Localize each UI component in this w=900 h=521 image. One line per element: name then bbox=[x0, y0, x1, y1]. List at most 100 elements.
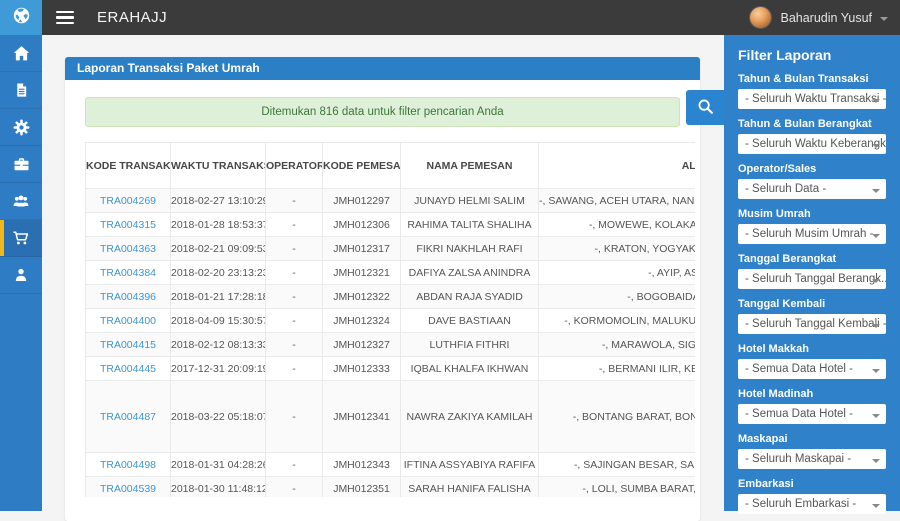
sidebar-item-documents[interactable] bbox=[0, 72, 42, 109]
chevron-down-icon bbox=[872, 459, 880, 463]
cell-waktu-transaksi: 2018-02-12 08:13:33 bbox=[171, 333, 266, 357]
transaction-link[interactable]: TRA004269 bbox=[100, 195, 156, 207]
cell-kode-pemesan: JMH012317 bbox=[323, 237, 401, 261]
chevron-down-icon bbox=[872, 414, 880, 418]
cell-operator: - bbox=[266, 453, 323, 477]
cell-waktu-transaksi: 2018-01-30 11:48:12 bbox=[171, 477, 266, 498]
main-sidebar bbox=[0, 35, 42, 511]
table-row: TRA004384 2018-02-20 23:13:23 - JMH01232… bbox=[86, 261, 696, 285]
filter-select[interactable]: - Seluruh Embarkasi - bbox=[738, 494, 886, 514]
filter-label: Operator/Sales bbox=[738, 163, 886, 175]
cell-alamat: -, LOLI, SUMBA BARAT, NUSA TENGGARA TIMU… bbox=[539, 477, 696, 498]
cell-operator: - bbox=[266, 213, 323, 237]
cell-kode-transaksi: TRA004539 bbox=[86, 477, 171, 498]
content-area: Laporan Transaksi Paket Umrah Ditemukan … bbox=[42, 35, 724, 511]
sidebar-item-packages[interactable] bbox=[0, 146, 42, 183]
filter-select[interactable]: - Semua Data Hotel - bbox=[738, 359, 886, 379]
cell-alamat: -, MOWEWE, KOLAKA, SULAWESI TENGGARA bbox=[539, 213, 696, 237]
cell-kode-transaksi: TRA004498 bbox=[86, 453, 171, 477]
cell-kode-transaksi: TRA004363 bbox=[86, 237, 171, 261]
sidebar-item-home[interactable] bbox=[0, 35, 42, 72]
filter-group: Tanggal Kembali - Seluruh Tanggal Kembal… bbox=[738, 298, 886, 334]
sidebar-toggle-button[interactable] bbox=[42, 0, 88, 35]
cell-waktu-transaksi: 2018-01-28 18:53:37 bbox=[171, 213, 266, 237]
chevron-down-icon bbox=[872, 144, 880, 148]
filter-label: Embarkasi bbox=[738, 478, 886, 490]
cell-nama-pemesan: LUTHFIA FITHRI bbox=[401, 333, 539, 357]
cell-kode-transaksi: TRA004445 bbox=[86, 357, 171, 381]
cell-operator: - bbox=[266, 357, 323, 381]
transaction-link[interactable]: TRA004487 bbox=[100, 411, 156, 423]
filter-select[interactable]: - Seluruh Waktu Transaksi - bbox=[738, 89, 886, 109]
table-body: TRA004269 2018-02-27 13:10:29 - JMH01229… bbox=[86, 189, 696, 498]
sidebar-item-transactions[interactable] bbox=[0, 220, 42, 257]
filter-group: Operator/Sales - Seluruh Data - bbox=[738, 163, 886, 199]
transaction-link[interactable]: TRA004396 bbox=[100, 291, 156, 303]
cell-kode-pemesan: JMH012341 bbox=[323, 381, 401, 453]
transaction-link[interactable]: TRA004400 bbox=[100, 315, 156, 327]
table-row: TRA004498 2018-01-31 04:28:26 - JMH01234… bbox=[86, 453, 696, 477]
cell-alamat: -, BERMANI ILIR, KEPAHIANG, BENGKULU bbox=[539, 357, 696, 381]
cell-alamat: -, BONTANG BARAT, BONTANG, KALIMANTAN TI… bbox=[539, 381, 696, 453]
transaction-link[interactable]: TRA004384 bbox=[100, 267, 156, 279]
filter-select[interactable]: - Seluruh Musim Umrah - bbox=[738, 224, 886, 244]
cell-nama-pemesan: SARAH HANIFA FALISHA bbox=[401, 477, 539, 498]
filter-select[interactable]: - Seluruh Maskapai - bbox=[738, 449, 886, 469]
cell-kode-transaksi: TRA004396 bbox=[86, 285, 171, 309]
filter-select[interactable]: - Seluruh Data - bbox=[738, 179, 886, 199]
cell-waktu-transaksi: 2018-04-09 15:30:57 bbox=[171, 309, 266, 333]
sidebar-item-jamaah[interactable] bbox=[0, 183, 42, 220]
top-navbar: ERAHAJJ Baharudin Yusuf bbox=[0, 0, 900, 35]
filter-select[interactable]: - Seluruh Waktu Keberangk... bbox=[738, 134, 886, 154]
transaction-link[interactable]: TRA004498 bbox=[100, 459, 156, 471]
filter-select-value: - Semua Data Hotel - bbox=[745, 363, 853, 375]
filter-group: Hotel Madinah - Semua Data Hotel - bbox=[738, 388, 886, 424]
transaction-link[interactable]: TRA004445 bbox=[100, 363, 156, 375]
filter-group: Musim Umrah - Seluruh Musim Umrah - bbox=[738, 208, 886, 244]
cell-alamat: -, BOGOBAIDA, PANIAI, PAPUA bbox=[539, 285, 696, 309]
filter-group: Embarkasi - Seluruh Embarkasi - bbox=[738, 478, 886, 514]
transaction-link[interactable]: TRA004315 bbox=[100, 219, 156, 231]
cell-kode-pemesan: JMH012327 bbox=[323, 333, 401, 357]
app-logo[interactable] bbox=[0, 0, 42, 35]
document-icon bbox=[14, 82, 29, 98]
cell-kode-pemesan: JMH012324 bbox=[323, 309, 401, 333]
cell-alamat: -, KRATON, YOGYAKARTA, DI YOGYAKARTA bbox=[539, 237, 696, 261]
filter-select-value: - Seluruh Musim Umrah - bbox=[745, 228, 873, 240]
panel-title: Laporan Transaksi Paket Umrah bbox=[65, 57, 700, 80]
transaction-link[interactable]: TRA004539 bbox=[100, 483, 156, 495]
cell-waktu-transaksi: 2018-01-21 17:28:18 bbox=[171, 285, 266, 309]
cell-operator: - bbox=[266, 309, 323, 333]
transactions-table: KODE TRANSAKSI WAKTU TRANSAKSI OPERATOR … bbox=[85, 142, 695, 497]
filter-title: Filter Laporan bbox=[738, 47, 886, 63]
user-icon bbox=[13, 267, 29, 283]
cell-operator: - bbox=[266, 381, 323, 453]
column-header-operator: OPERATOR bbox=[266, 143, 323, 189]
transactions-table-wrap: KODE TRANSAKSI WAKTU TRANSAKSI OPERATOR … bbox=[85, 142, 695, 497]
home-icon bbox=[13, 45, 30, 62]
filter-select-value: - Seluruh Tanggal Kembali - bbox=[745, 318, 886, 330]
filter-select[interactable]: - Seluruh Tanggal Berangk... bbox=[738, 269, 886, 289]
cell-nama-pemesan: JUNAYD HELMI SALIM bbox=[401, 189, 539, 213]
cell-waktu-transaksi: 2018-02-20 23:13:23 bbox=[171, 261, 266, 285]
transaction-link[interactable]: TRA004363 bbox=[100, 243, 156, 255]
sidebar-item-settings[interactable] bbox=[0, 109, 42, 146]
sidebar-item-profile[interactable] bbox=[0, 257, 42, 294]
chevron-down-icon bbox=[872, 189, 880, 193]
cell-kode-transaksi: TRA004384 bbox=[86, 261, 171, 285]
filter-group: Tahun & Bulan Berangkat - Seluruh Waktu … bbox=[738, 118, 886, 154]
search-button[interactable] bbox=[686, 90, 724, 125]
cell-operator: - bbox=[266, 261, 323, 285]
brand-title: ERAHAJJ bbox=[97, 0, 167, 35]
user-avatar bbox=[749, 6, 772, 29]
cell-kode-pemesan: JMH012321 bbox=[323, 261, 401, 285]
users-icon bbox=[12, 193, 30, 209]
filter-select[interactable]: - Semua Data Hotel - bbox=[738, 404, 886, 424]
user-menu[interactable]: Baharudin Yusuf bbox=[749, 0, 888, 35]
filter-select[interactable]: - Seluruh Tanggal Kembali - bbox=[738, 314, 886, 334]
search-icon bbox=[697, 98, 714, 118]
column-header-waktu-transaksi: WAKTU TRANSAKSI bbox=[171, 143, 266, 189]
chevron-down-icon bbox=[872, 99, 880, 103]
cell-waktu-transaksi: 2018-02-21 09:09:53 bbox=[171, 237, 266, 261]
transaction-link[interactable]: TRA004415 bbox=[100, 339, 156, 351]
